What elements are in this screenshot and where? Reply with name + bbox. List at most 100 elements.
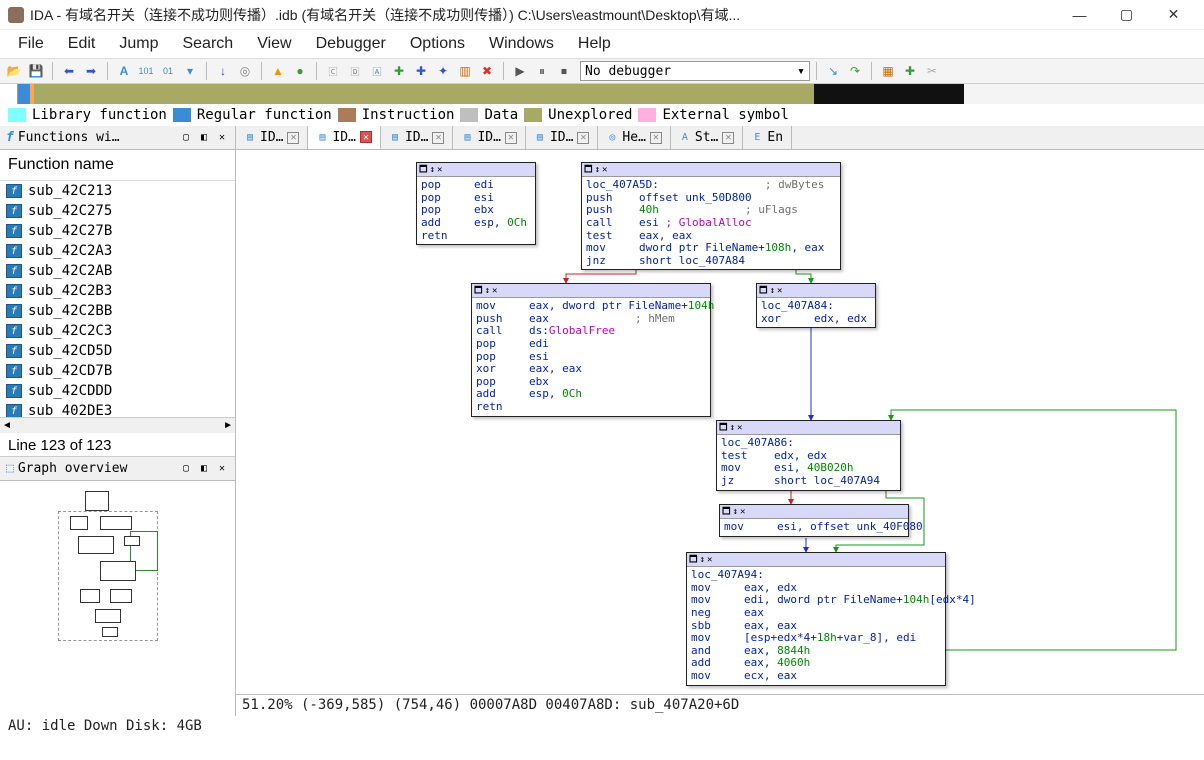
down-arrow-icon[interactable]: ↓ — [213, 61, 233, 81]
window-icon[interactable]: ▦ — [878, 61, 898, 81]
tab-close-icon[interactable]: ✕ — [650, 132, 662, 144]
graph-block[interactable]: 🗖↕✕ mov esi, offset unk_40F080 — [719, 504, 909, 537]
function-row[interactable]: fsub_42CD5D — [0, 341, 235, 361]
warning-icon[interactable]: ▲ — [268, 61, 288, 81]
tab-close-icon[interactable]: ✕ — [722, 132, 734, 144]
add-blue-icon[interactable]: ✚ — [411, 61, 431, 81]
menu-edit[interactable]: Edit — [56, 31, 108, 57]
ascii-icon[interactable]: 🄰 — [367, 61, 387, 81]
disasm-tab[interactable]: ▤ID…✕ — [453, 126, 525, 149]
menu-options[interactable]: Options — [398, 31, 477, 57]
tab-icon: ▤ — [534, 132, 546, 144]
close-button[interactable]: ✕ — [1151, 1, 1196, 29]
target-icon[interactable]: ◎ — [235, 61, 255, 81]
right-pane: ▤ID…✕▤ID…✕▤ID…✕▤ID…✕▤ID…✕◎He…✕ASt…✕EEn — [236, 126, 1204, 716]
block-body: loc_407A5D: ; dwBytes push offset unk_50… — [582, 177, 840, 269]
tab-label: ID… — [332, 130, 355, 145]
code-icon[interactable]: 🄲 — [323, 61, 343, 81]
graph-block[interactable]: 🗖↕✕ pop edi pop esi pop ebx add esp, 0Ch… — [416, 162, 536, 245]
graph-block[interactable]: 🗖↕✕ loc_407A86: test edx, edx mov esi, 4… — [716, 420, 901, 491]
text-icon[interactable]: A — [114, 61, 134, 81]
search-next-icon[interactable]: ▾ — [180, 61, 200, 81]
graph-overview[interactable] — [0, 481, 235, 717]
function-row[interactable]: fsub_42C2C3 — [0, 321, 235, 341]
debugger-select[interactable]: No debugger ▾ — [580, 61, 810, 81]
function-row[interactable]: fsub_42C213 — [0, 181, 235, 201]
back-icon[interactable]: ⬅ — [59, 61, 79, 81]
menu-jump[interactable]: Jump — [107, 31, 170, 57]
disasm-tab[interactable]: ▤ID…✕ — [526, 126, 598, 149]
tab-close-icon[interactable]: ✕ — [287, 132, 299, 144]
graph-block[interactable]: 🗖↕✕ loc_407A84: xor edx, edx — [756, 283, 876, 328]
star-icon[interactable]: ✦ — [433, 61, 453, 81]
maximize-button[interactable]: ▢ — [1104, 1, 1149, 29]
step-over-icon[interactable]: ↷ — [845, 61, 865, 81]
graph-block[interactable]: 🗖↕✕ loc_407A5D: ; dwBytes push offset un… — [581, 162, 841, 270]
pane-restore-icon[interactable]: ▢ — [179, 131, 193, 145]
function-row[interactable]: fsub_42CDDD — [0, 381, 235, 401]
function-row[interactable]: fsub_402DE3 — [0, 401, 235, 417]
left-pane: f Functions wi… ▢ ◧ ✕ Function name fsub… — [0, 126, 236, 716]
separator — [316, 62, 317, 80]
swatch-external — [638, 108, 656, 122]
menu-debugger[interactable]: Debugger — [304, 31, 398, 57]
pane-float-icon[interactable]: ◧ — [197, 461, 211, 475]
menu-search[interactable]: Search — [170, 31, 245, 57]
menu-view[interactable]: View — [245, 31, 303, 57]
save-icon[interactable]: 💾 — [26, 61, 46, 81]
add2-icon[interactable]: ✚ — [900, 61, 920, 81]
horizontal-scrollbar[interactable]: ◄► — [0, 417, 235, 433]
navigation-bar[interactable] — [0, 84, 1204, 104]
function-name: sub_42C213 — [28, 183, 112, 199]
disasm-tab[interactable]: EEn — [743, 126, 792, 149]
function-row[interactable]: fsub_42C27B — [0, 221, 235, 241]
function-list[interactable]: fsub_42C213fsub_42C275fsub_42C27Bfsub_42… — [0, 181, 235, 417]
function-row[interactable]: fsub_42CD7B — [0, 361, 235, 381]
function-list-header[interactable]: Function name — [0, 150, 235, 181]
pane-restore-icon[interactable]: ▢ — [179, 461, 193, 475]
open-icon[interactable]: 📂 — [4, 61, 24, 81]
stop-icon[interactable]: ⏹ — [554, 61, 574, 81]
block-body: pop edi pop esi pop ebx add esp, 0Ch ret… — [417, 177, 535, 244]
circle-green-icon[interactable]: ● — [290, 61, 310, 81]
pause-icon[interactable]: ⏸ — [532, 61, 552, 81]
disasm-tab[interactable]: ASt…✕ — [671, 126, 743, 149]
menu-help[interactable]: Help — [566, 31, 623, 57]
step-into-icon[interactable]: ↘ — [823, 61, 843, 81]
disasm-tab[interactable]: ▤ID…✕ — [236, 126, 308, 149]
pane-close-icon[interactable]: ✕ — [215, 461, 229, 475]
menu-file[interactable]: File — [6, 31, 56, 57]
minimize-button[interactable]: — — [1057, 1, 1102, 29]
scissors-icon[interactable]: ✂ — [922, 61, 942, 81]
binary-icon[interactable]: 101 — [136, 61, 156, 81]
tab-icon: ◎ — [606, 132, 618, 144]
tab-close-icon[interactable]: ✕ — [505, 132, 517, 144]
graph-status: 51.20% (-369,585) (754,46) 00007A8D 0040… — [236, 694, 1204, 716]
pane-float-icon[interactable]: ◧ — [197, 131, 211, 145]
data-icon[interactable]: 🄳 — [345, 61, 365, 81]
disasm-tab[interactable]: ▤ID…✕ — [308, 126, 380, 149]
function-row[interactable]: fsub_42C2A3 — [0, 241, 235, 261]
tab-close-icon[interactable]: ✕ — [577, 132, 589, 144]
disasm-tab[interactable]: ◎He…✕ — [598, 126, 670, 149]
main-area: f Functions wi… ▢ ◧ ✕ Function name fsub… — [0, 126, 1204, 716]
disasm-tab[interactable]: ▤ID…✕ — [381, 126, 453, 149]
function-row[interactable]: fsub_42C2B3 — [0, 281, 235, 301]
pane-close-icon[interactable]: ✕ — [215, 131, 229, 145]
graph-view[interactable]: 🗖↕✕ pop edi pop esi pop ebx add esp, 0Ch… — [236, 150, 1204, 694]
add-green-icon[interactable]: ✚ — [389, 61, 409, 81]
graph-block[interactable]: 🗖↕✕ mov eax, dword ptr FileName+104h pus… — [471, 283, 711, 417]
tab-close-icon[interactable]: ✕ — [432, 132, 444, 144]
function-name: sub_42C2AB — [28, 263, 112, 279]
function-row[interactable]: fsub_42C2AB — [0, 261, 235, 281]
forward-icon[interactable]: ➡ — [81, 61, 101, 81]
run-icon[interactable]: ▶ — [510, 61, 530, 81]
menu-windows[interactable]: Windows — [477, 31, 566, 57]
function-row[interactable]: fsub_42C275 — [0, 201, 235, 221]
imm-icon[interactable]: 01 — [158, 61, 178, 81]
chart-icon[interactable]: ▥ — [455, 61, 475, 81]
graph-block[interactable]: 🗖↕✕ loc_407A94: mov eax, edx mov edi, dw… — [686, 552, 946, 686]
delete-icon[interactable]: ✖ — [477, 61, 497, 81]
tab-close-icon[interactable]: ✕ — [360, 131, 372, 143]
function-row[interactable]: fsub_42C2BB — [0, 301, 235, 321]
